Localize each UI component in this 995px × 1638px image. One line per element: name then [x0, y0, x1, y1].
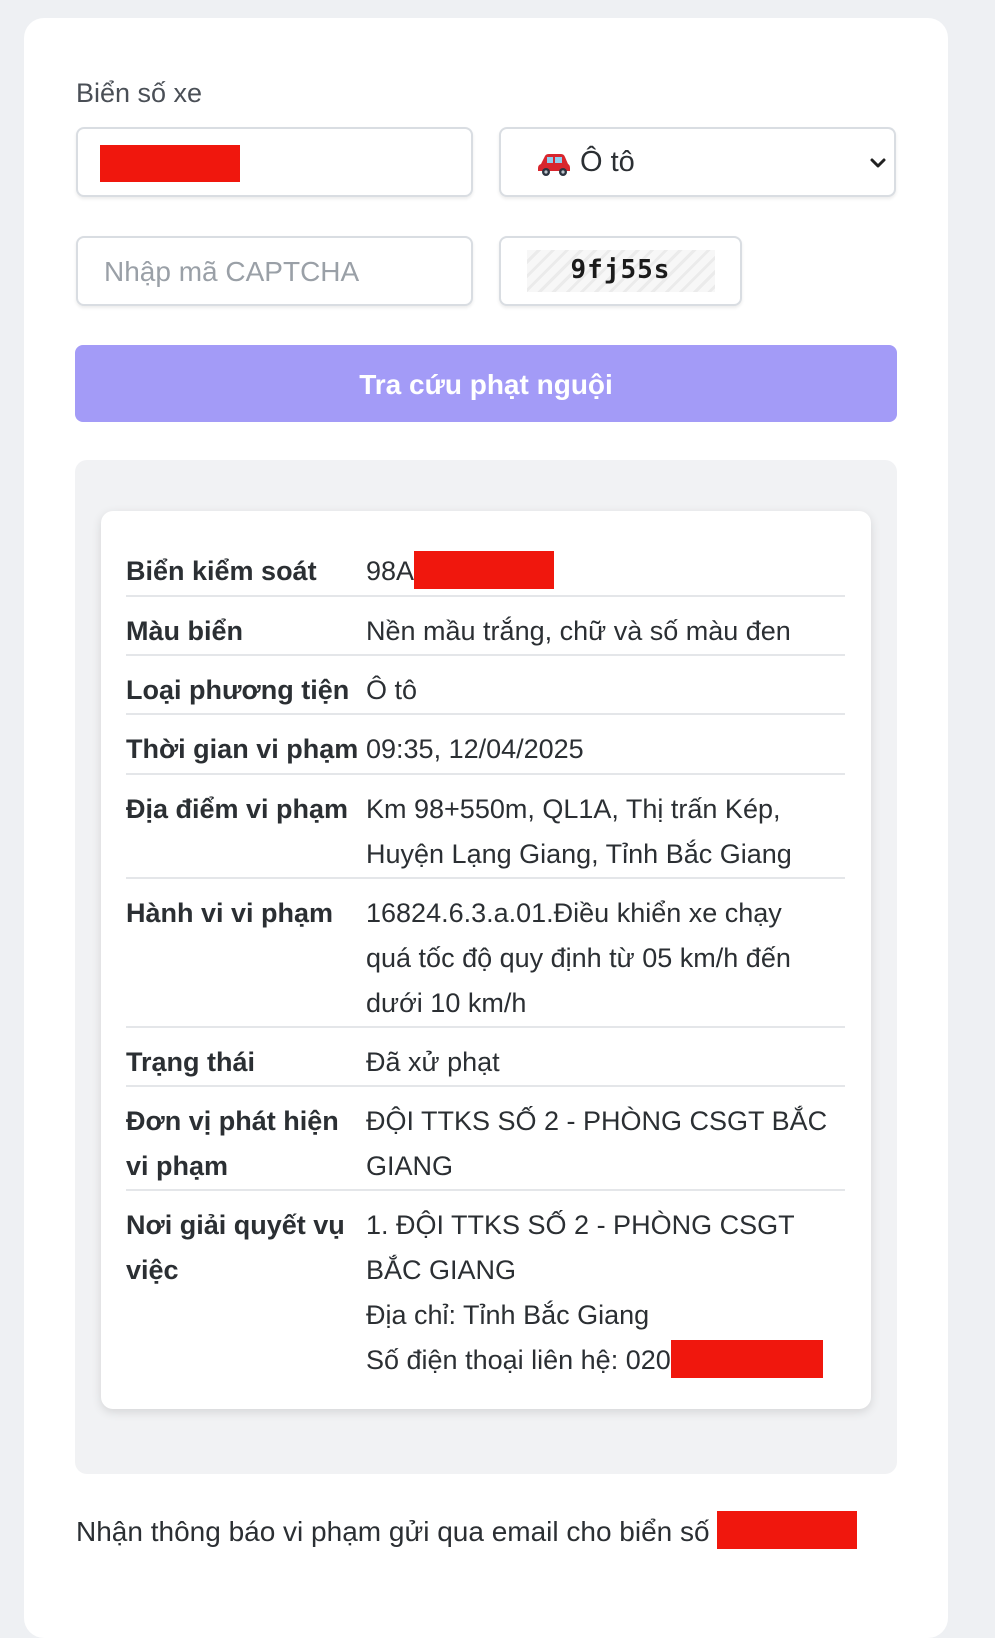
row-value-plate: 98A: [366, 549, 845, 594]
row-value-behavior: 16824.6.3.a.01.Điều khiển xe chạy quá tố…: [366, 891, 845, 1026]
behavior-line: dưới 10 km/h: [366, 988, 527, 1018]
captcha-field[interactable]: [76, 236, 473, 306]
resolution-key-line: việc: [126, 1255, 179, 1285]
result-row-time: Thời gian vi phạm 09:35, 12/04/2025: [126, 715, 845, 775]
row-key-location: Địa điểm vi phạm: [126, 794, 349, 824]
redacted-plate-footer: [717, 1510, 858, 1549]
row-key-vehicle-type: Loại phương tiện: [126, 675, 350, 705]
resolution-key-line: Nơi giải quyết vụ: [126, 1210, 345, 1240]
captcha-code: 9fj55s: [570, 255, 671, 285]
row-key-resolution-place: Nơi giải quyết vụ việc: [126, 1203, 362, 1293]
row-key-status: Trạng thái: [126, 1047, 256, 1077]
row-value-location: Km 98+550m, QL1A, Thị trấn Kép, Huyện Lạ…: [366, 787, 845, 877]
row-value-resolution-place: 1. ĐỘI TTKS SỐ 2 - PHÒNG CSGT BẮC GIANG …: [366, 1203, 845, 1383]
behavior-line: 16824.6.3.a.01.Điều khiển xe chạy: [366, 898, 782, 928]
plate-number-input[interactable]: [76, 127, 473, 197]
car-icon: [538, 154, 570, 176]
location-line: Huyện Lạng Giang, Tỉnh Bắc Giang: [366, 839, 792, 869]
chevron-down-icon: [870, 158, 886, 168]
detecting-unit-line: GIANG: [366, 1151, 454, 1181]
email-notice-text: Nhận thông báo vi phạm gửi qua email cho…: [76, 1516, 710, 1547]
row-value-plate-color: Nền mầu trắng, chữ và số màu đen: [366, 616, 791, 646]
redacted-plate-suffix: [414, 550, 555, 589]
result-row-status: Trạng thái Đã xử phạt: [126, 1028, 845, 1087]
plate-value-prefix: 98A: [366, 556, 415, 586]
plate-label: Biển số xe: [76, 78, 203, 108]
resolution-phone: Số điện thoại liên hệ: 020: [366, 1338, 845, 1383]
behavior-line: quá tốc độ quy định từ 05 km/h đến: [366, 943, 791, 973]
resolution-line: BẮC GIANG: [366, 1255, 517, 1285]
row-key-detecting-unit: Đơn vị phát hiện vi phạm: [126, 1099, 362, 1189]
vehicle-type-select[interactable]: Ô tô: [499, 127, 896, 197]
row-key-plate: Biển kiểm soát: [126, 556, 317, 586]
row-key-plate-color: Màu biển: [126, 616, 244, 646]
email-notice: Nhận thông báo vi phạm gửi qua email cho…: [76, 1510, 858, 1549]
redacted-plate-value: [100, 145, 240, 182]
phone-prefix: Số điện thoại liên hệ: 020: [366, 1345, 671, 1375]
row-value-status: Đã xử phạt: [366, 1047, 500, 1077]
captcha-image[interactable]: 9fj55s: [499, 236, 742, 306]
result-row-behavior: Hành vi vi phạm 16824.6.3.a.01.Điều khiể…: [126, 879, 845, 1028]
captcha-input[interactable]: [102, 250, 446, 294]
redacted-phone: [670, 1339, 823, 1378]
row-value-detecting-unit: ĐỘI TTKS SỐ 2 - PHÒNG CSGT BẮC GIANG: [366, 1099, 845, 1189]
location-line: Km 98+550m, QL1A, Thị trấn Kép,: [366, 794, 781, 824]
result-row-resolution-place: Nơi giải quyết vụ việc 1. ĐỘI TTKS SỐ 2 …: [126, 1191, 845, 1391]
detecting-unit-key-line: Đơn vị phát hiện: [126, 1106, 339, 1136]
detecting-unit-key-line: vi phạm: [126, 1151, 229, 1181]
row-value-vehicle-type: Ô tô: [366, 675, 418, 705]
resolution-line: 1. ĐỘI TTKS SỐ 2 - PHÒNG CSGT: [366, 1210, 795, 1240]
detecting-unit-line: ĐỘI TTKS SỐ 2 - PHÒNG CSGT BẮC: [366, 1106, 828, 1136]
resolution-address: Địa chỉ: Tỉnh Bắc Giang: [366, 1300, 650, 1330]
vehicle-type-value: Ô tô: [580, 146, 635, 178]
result-row-location: Địa điểm vi phạm Km 98+550m, QL1A, Thị t…: [126, 775, 845, 879]
row-value-time: 09:35, 12/04/2025: [366, 734, 584, 764]
result-row-plate-color: Màu biển Nền mầu trắng, chữ và số màu đe…: [126, 597, 845, 656]
result-row-vehicle-type: Loại phương tiện Ô tô: [126, 656, 845, 715]
search-button[interactable]: Tra cứu phạt nguội: [75, 345, 897, 422]
row-key-time: Thời gian vi phạm: [126, 734, 359, 764]
result-row-plate: Biển kiểm soát 98A: [126, 537, 845, 597]
row-key-behavior: Hành vi vi phạm: [126, 898, 334, 928]
result-row-detecting-unit: Đơn vị phát hiện vi phạm ĐỘI TTKS SỐ 2 -…: [126, 1087, 845, 1191]
